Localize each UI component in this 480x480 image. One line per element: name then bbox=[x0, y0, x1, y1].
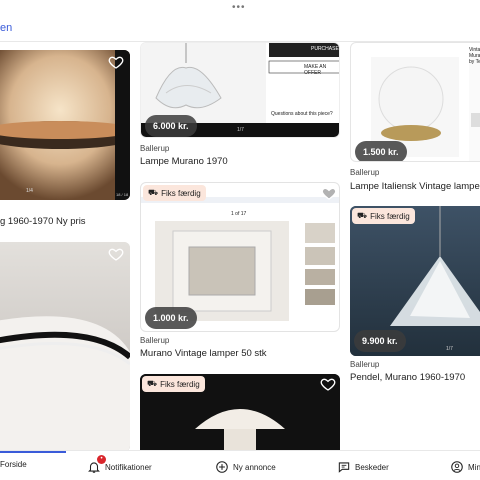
photo-counter: 18 / 18 bbox=[116, 192, 129, 197]
plus-circle-icon bbox=[216, 461, 228, 473]
listing-title[interactable]: Lampe Italiensk Vintage lamper bbox=[350, 181, 480, 192]
tag-label: Fiks færdig bbox=[161, 188, 201, 198]
price-badge: 6.000 kr. bbox=[145, 115, 197, 137]
listing-image[interactable] bbox=[0, 242, 130, 450]
price-badge: 9.900 kr. bbox=[354, 330, 406, 352]
nav-new-listing-label: Ny annonce bbox=[233, 462, 276, 472]
page-counter: 1/7 bbox=[446, 346, 453, 352]
photo-counter: 1/4 bbox=[26, 188, 33, 194]
nav-messages[interactable]: Beskeder bbox=[337, 460, 389, 474]
heart-icon[interactable] bbox=[320, 376, 336, 392]
truck-icon: ⛟ bbox=[147, 379, 158, 388]
price-badge: 1.000 kr. bbox=[145, 307, 197, 329]
notification-badge: • bbox=[97, 455, 106, 464]
screenshot-header: Vintage Murano by Te bbox=[469, 47, 480, 65]
top-bar: ••• en bbox=[0, 0, 480, 42]
tag-label: Fiks færdig bbox=[160, 379, 200, 389]
purchase-label: PURCHASE bbox=[311, 46, 339, 52]
back-link[interactable]: en bbox=[0, 22, 12, 34]
listing-image[interactable]: ⛟ Fiks færdig 1/7 9.900 kr. bbox=[350, 206, 480, 356]
profile-icon bbox=[451, 461, 463, 473]
fix-ready-tag: ⛟ Fiks færdig bbox=[143, 185, 206, 201]
fix-ready-tag: ⛟ Fiks færdig bbox=[142, 376, 205, 392]
page-counter: 1/7 bbox=[237, 127, 244, 133]
bottom-nav: Forside Notifikationer • Ny annonce Besk… bbox=[0, 450, 480, 480]
listing-location: Ballerup bbox=[140, 336, 170, 345]
nav-home[interactable]: Forside bbox=[0, 460, 27, 469]
heart-icon[interactable] bbox=[108, 246, 124, 262]
listing-location: Ballerup bbox=[140, 144, 170, 153]
listing-image[interactable]: Vintage Murano by Te 1.500 kr. bbox=[350, 42, 480, 162]
listing-title[interactable]: Lampe Murano 1970 bbox=[140, 156, 228, 167]
truck-icon: ⛟ bbox=[148, 188, 159, 197]
nav-messages-label: Beskeder bbox=[355, 462, 389, 472]
nav-home-label: Forside bbox=[0, 460, 27, 469]
listing-location: Ballerup bbox=[350, 168, 380, 177]
listing-image[interactable]: ⛟ Fiks færdig bbox=[140, 374, 340, 450]
make-offer-label: MAKE AN OFFER bbox=[304, 64, 327, 76]
listing-image[interactable]: PURCHASE MAKE AN OFFER Questions about t… bbox=[140, 42, 340, 138]
truck-icon: ⛟ bbox=[357, 211, 368, 220]
listing-feed[interactable]: 1/4 18 / 18 g 1960-1970 Ny pris PURCHASE… bbox=[0, 42, 480, 450]
price-badge: 1.500 kr. bbox=[355, 141, 407, 161]
lamp-photo bbox=[0, 242, 130, 450]
listing-image[interactable]: 1/4 18 / 18 bbox=[0, 50, 130, 200]
heart-icon[interactable] bbox=[108, 54, 124, 70]
active-tab-indicator bbox=[0, 451, 66, 453]
shot-counter: 1 of 17 bbox=[231, 211, 247, 217]
listing-title[interactable]: Pendel, Murano 1960-1970 bbox=[350, 372, 465, 383]
heart-icon[interactable] bbox=[321, 185, 337, 201]
listing-location: Ballerup bbox=[350, 360, 380, 369]
nav-new-listing[interactable]: Ny annonce bbox=[215, 460, 276, 474]
nav-notifications-label: Notifikationer bbox=[105, 462, 152, 472]
nav-notifications[interactable]: Notifikationer bbox=[87, 460, 152, 474]
questions-label: Questions about this piece? bbox=[271, 111, 333, 117]
fix-ready-tag: ⛟ Fiks færdig bbox=[352, 208, 415, 224]
listing-image[interactable]: 1 of 17 ⛟ Fiks færdig 1.000 kr. bbox=[140, 182, 340, 332]
lamp-photo bbox=[0, 50, 130, 200]
listing-title[interactable]: g 1960-1970 Ny pris bbox=[0, 216, 86, 227]
more-dots[interactable]: ••• bbox=[232, 2, 246, 13]
nav-profile[interactable]: Min bbox=[450, 460, 480, 474]
tag-label: Fiks færdig bbox=[370, 211, 410, 221]
message-icon bbox=[338, 462, 350, 473]
listing-title[interactable]: Murano Vintage lamper 50 stk bbox=[140, 348, 267, 359]
nav-profile-label: Min bbox=[468, 462, 480, 472]
